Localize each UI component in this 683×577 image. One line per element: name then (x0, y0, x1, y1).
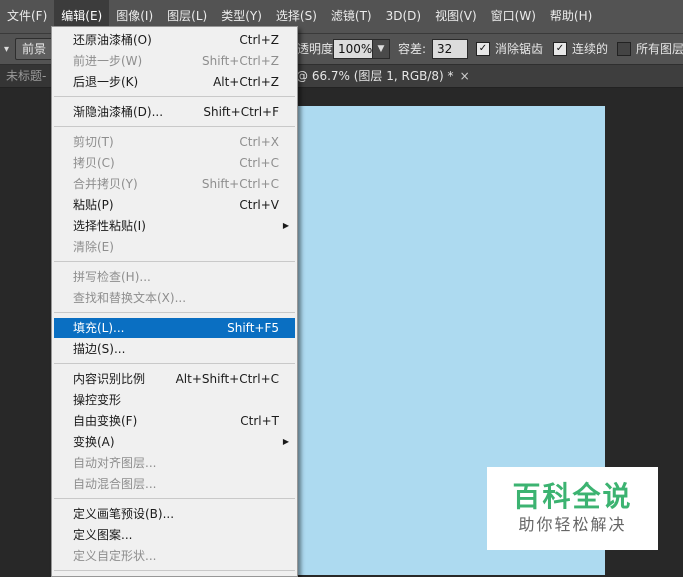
document-tab-title: @ 66.7% (图层 1, RGB/8) * (296, 69, 454, 83)
tool-preset-arrow-icon[interactable]: ▾ (4, 44, 9, 55)
all-layers-checkbox[interactable] (617, 42, 631, 56)
menu-item-fade[interactable]: 渐隐油漆桶(D)... Shift+Ctrl+F (54, 102, 295, 122)
submenu-arrow-icon: ▶ (282, 437, 289, 446)
menu-item-step-backward[interactable]: 后退一步(K) Alt+Ctrl+Z (54, 72, 295, 92)
menu-item-transform[interactable]: 变换(A) ▶ (54, 432, 295, 452)
opacity-label: 透明度: (297, 42, 338, 56)
menu-item-copy-merged[interactable]: 合并拷贝(Y) Shift+Ctrl+C (54, 174, 295, 194)
menu-item-define-pattern[interactable]: 定义图案... (54, 525, 295, 545)
menu-help[interactable]: 帮助(H) (543, 0, 599, 33)
menu-item-paste-special[interactable]: 选择性粘贴(I) ▶ (54, 216, 295, 236)
watermark-subtitle: 助你轻松解决 (518, 515, 627, 534)
menu-item-find-replace[interactable]: 查找和替换文本(X)... (54, 288, 295, 308)
menu-item-paste[interactable]: 粘贴(P) Ctrl+V (54, 195, 295, 215)
watermark-title: 百科全说 (512, 480, 633, 513)
menu-item-step-forward[interactable]: 前进一步(W) Shift+Ctrl+Z (54, 51, 295, 71)
menu-window[interactable]: 窗口(W) (484, 0, 543, 33)
antialias-label: 消除锯齿 (495, 42, 544, 56)
menu-item-define-custom-shape[interactable]: 定义自定形状... (54, 546, 295, 566)
menu-separator (54, 363, 295, 364)
menu-item-auto-align-layers[interactable]: 自动对齐图层... (54, 453, 295, 473)
menu-separator (54, 498, 295, 499)
menu-item-fill[interactable]: 填充(L)... Shift+F5 (54, 318, 295, 338)
opacity-dropdown-icon[interactable]: ▼ (372, 39, 390, 59)
menu-separator (54, 126, 295, 127)
menu-item-auto-blend-layers[interactable]: 自动混合图层... (54, 474, 295, 494)
menu-item-free-transform[interactable]: 自由变换(F) Ctrl+T (54, 411, 295, 431)
fill-source-dropdown[interactable]: 前景 (15, 38, 54, 60)
menu-separator (54, 261, 295, 262)
opacity-input[interactable]: 100% (333, 39, 375, 59)
edit-menu: 还原油漆桶(O) Ctrl+Z 前进一步(W) Shift+Ctrl+Z 后退一步(… (51, 26, 298, 577)
close-icon[interactable]: × (460, 69, 470, 83)
menu-item-stroke[interactable]: 描边(S)... (54, 339, 295, 359)
document-tab-active[interactable]: @ 66.7% (图层 1, RGB/8) * × (296, 65, 470, 87)
menu-item-undo-paint-bucket[interactable]: 还原油漆桶(O) Ctrl+Z (54, 30, 295, 50)
menu-view[interactable]: 视图(V) (428, 0, 484, 33)
menu-separator (54, 96, 295, 97)
submenu-arrow-icon: ▶ (282, 221, 289, 230)
menu-file[interactable]: 文件(F) (0, 0, 54, 33)
tolerance-input[interactable]: 32 (432, 39, 468, 59)
antialias-checkbox[interactable]: ✓ (476, 42, 490, 56)
menu-item-copy[interactable]: 拷贝(C) Ctrl+C (54, 153, 295, 173)
menu-item-check-spelling[interactable]: 拼写检查(H)... (54, 267, 295, 287)
menu-item-puppet-warp[interactable]: 操控变形 (54, 390, 295, 410)
menu-separator (54, 312, 295, 313)
menu-item-define-brush[interactable]: 定义画笔预设(B)... (54, 504, 295, 524)
tolerance-label: 容差: (398, 42, 427, 56)
menu-item-cut[interactable]: 剪切(T) Ctrl+X (54, 132, 295, 152)
contiguous-checkbox[interactable]: ✓ (553, 42, 567, 56)
menu-3d[interactable]: 3D(D) (379, 0, 428, 33)
watermark-logo: 百科全说 助你轻松解决 (487, 467, 658, 550)
menu-item-content-aware-scale[interactable]: 内容识别比例 Alt+Shift+Ctrl+C (54, 369, 295, 389)
document-tab-untitled[interactable]: 未标题- (0, 65, 58, 87)
menu-item-clear[interactable]: 清除(E) (54, 237, 295, 257)
contiguous-label: 连续的 (572, 42, 609, 56)
menu-filter[interactable]: 滤镜(T) (324, 0, 379, 33)
menu-separator (54, 570, 295, 571)
all-layers-label: 所有图层 (636, 42, 683, 56)
